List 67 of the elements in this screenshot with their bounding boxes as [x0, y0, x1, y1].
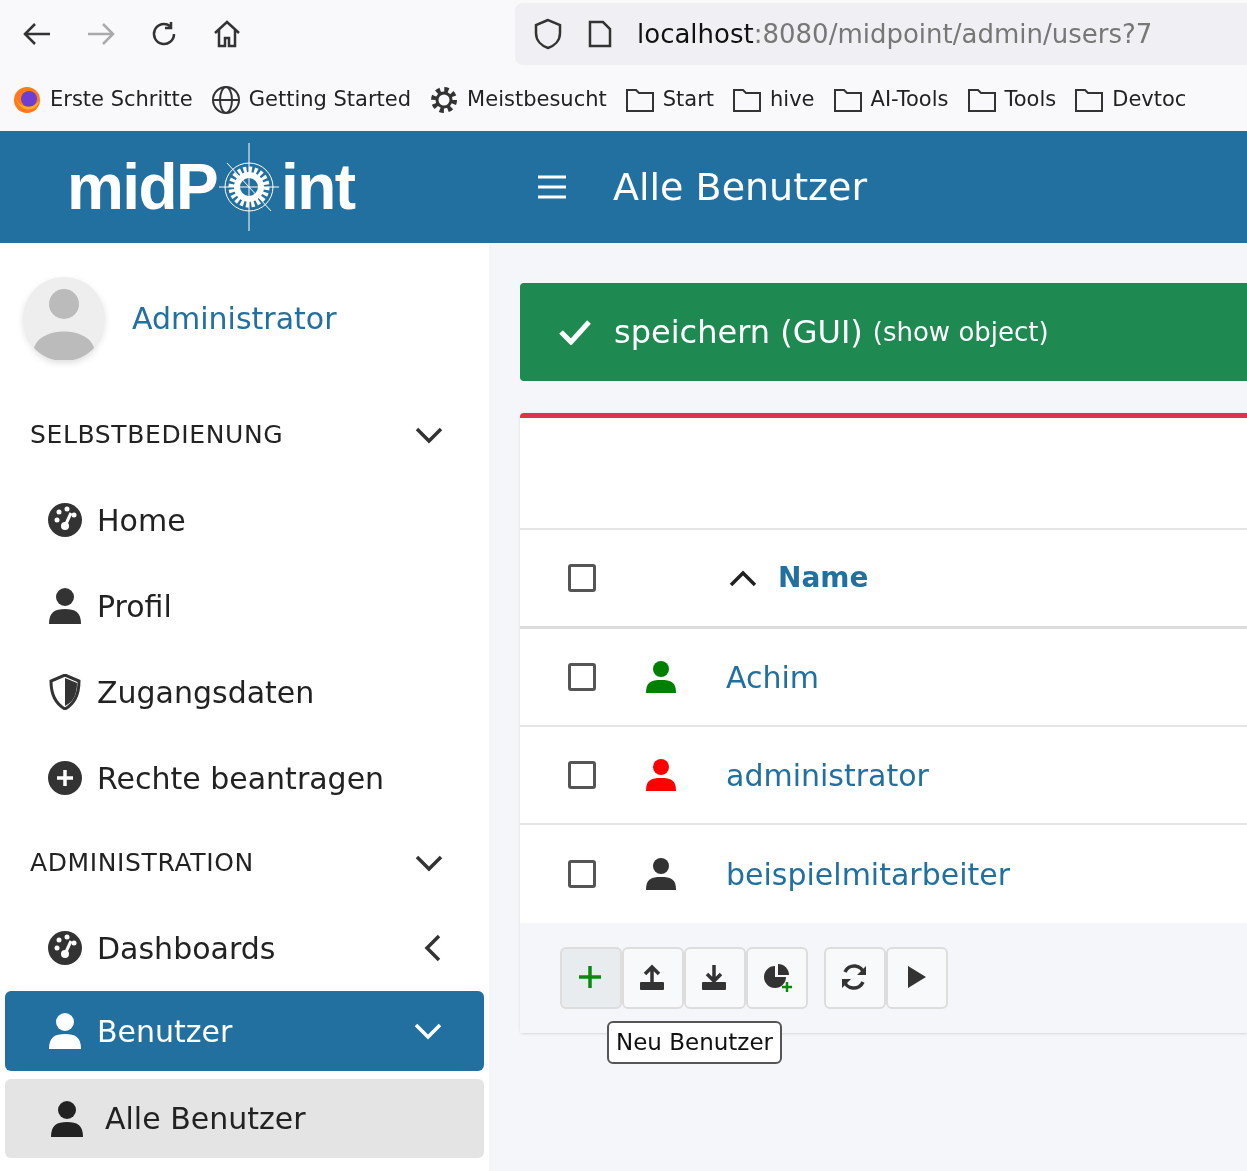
- globe-icon: [210, 84, 241, 115]
- plus-circle-icon: [47, 760, 83, 796]
- folder-icon: [732, 86, 763, 113]
- show-object-link[interactable]: (show object): [872, 312, 1049, 352]
- dashboard-icon: [47, 502, 83, 538]
- dashboard-icon: [47, 930, 83, 966]
- bookmark-link[interactable]: Tools: [1004, 83, 1057, 116]
- bookmark-link[interactable]: hive: [770, 83, 815, 116]
- section-heading[interactable]: ADMINISTRATION: [30, 844, 254, 882]
- name-column-header[interactable]: Name: [778, 557, 869, 599]
- menu-item[interactable]: Benutzer: [5, 991, 484, 1071]
- page-title: Alle Benutzer: [613, 163, 868, 211]
- alert-title: speichern (GUI): [614, 312, 863, 353]
- bookmark-link[interactable]: Start: [662, 83, 715, 116]
- address-bar[interactable]: localhost:8080/midpoint/admin/users?7: [515, 3, 1247, 65]
- user-icon: [49, 1013, 81, 1049]
- check-icon: [558, 319, 592, 345]
- reload-icon[interactable]: [150, 20, 178, 48]
- user-name-link[interactable]: administrator: [726, 752, 929, 798]
- export-button[interactable]: [684, 947, 746, 1009]
- bookmark-link[interactable]: AI-Tools: [870, 83, 949, 116]
- home-icon[interactable]: [212, 19, 242, 49]
- bookmark-link[interactable]: Erste Schritte: [50, 83, 193, 116]
- page-icon: [587, 19, 613, 49]
- folder-icon: [1074, 86, 1105, 113]
- sort-ascending-icon[interactable]: [728, 569, 758, 587]
- play-button[interactable]: [886, 947, 948, 1009]
- menu-item[interactable]: Profil: [5, 563, 484, 649]
- user-name-link[interactable]: beispielmitarbeiter: [726, 851, 1011, 897]
- select-all-checkbox[interactable]: [568, 564, 596, 592]
- section-heading[interactable]: SELBSTBEDIENUNG: [30, 416, 284, 454]
- shield-icon: [49, 674, 81, 710]
- user-name[interactable]: Administrator: [132, 295, 337, 341]
- chevron-left-icon[interactable]: [424, 934, 442, 962]
- midpoint-logo[interactable]: midP int: [67, 143, 412, 231]
- import-button[interactable]: [622, 947, 684, 1009]
- firefox-icon: [12, 84, 42, 115]
- bookmark-link[interactable]: Meistbesucht: [467, 83, 607, 116]
- row-checkbox[interactable]: [568, 860, 596, 888]
- submenu-item[interactable]: Alle Benutzer: [5, 1079, 484, 1158]
- tooltip: Neu Benutzer: [607, 1021, 783, 1064]
- row-checkbox[interactable]: [568, 663, 596, 691]
- chevron-down-icon[interactable]: [415, 426, 443, 444]
- refresh-button[interactable]: [824, 947, 886, 1009]
- avatar-icon: [22, 276, 106, 360]
- bookmark-link[interactable]: Getting Started: [248, 83, 412, 116]
- menu-item[interactable]: Zugangsdaten: [5, 649, 484, 735]
- folder-icon: [832, 86, 863, 113]
- folder-icon: [624, 86, 655, 113]
- menu-icon[interactable]: [537, 174, 567, 200]
- shield-icon: [533, 18, 563, 50]
- folder-icon: [966, 86, 997, 113]
- user-name-link[interactable]: Achim: [726, 654, 820, 700]
- report-button[interactable]: [746, 947, 808, 1009]
- pie-chart-plus-icon: [761, 962, 793, 994]
- url-text: localhost:8080/midpoint/admin/users?7: [637, 17, 1153, 51]
- menu-item[interactable]: Home: [5, 477, 484, 563]
- menu-item[interactable]: Rechte beantragen: [5, 735, 484, 821]
- row-checkbox[interactable]: [568, 761, 596, 789]
- user-icon: [51, 1100, 83, 1137]
- menu-item[interactable]: Dashboards: [5, 905, 484, 991]
- chevron-down-icon[interactable]: [415, 854, 443, 872]
- back-icon[interactable]: [22, 22, 52, 46]
- bookmark-link[interactable]: Devtoc: [1112, 83, 1187, 116]
- add-button[interactable]: [560, 947, 622, 1009]
- gear-icon: [429, 84, 460, 115]
- user-icon: [49, 588, 81, 624]
